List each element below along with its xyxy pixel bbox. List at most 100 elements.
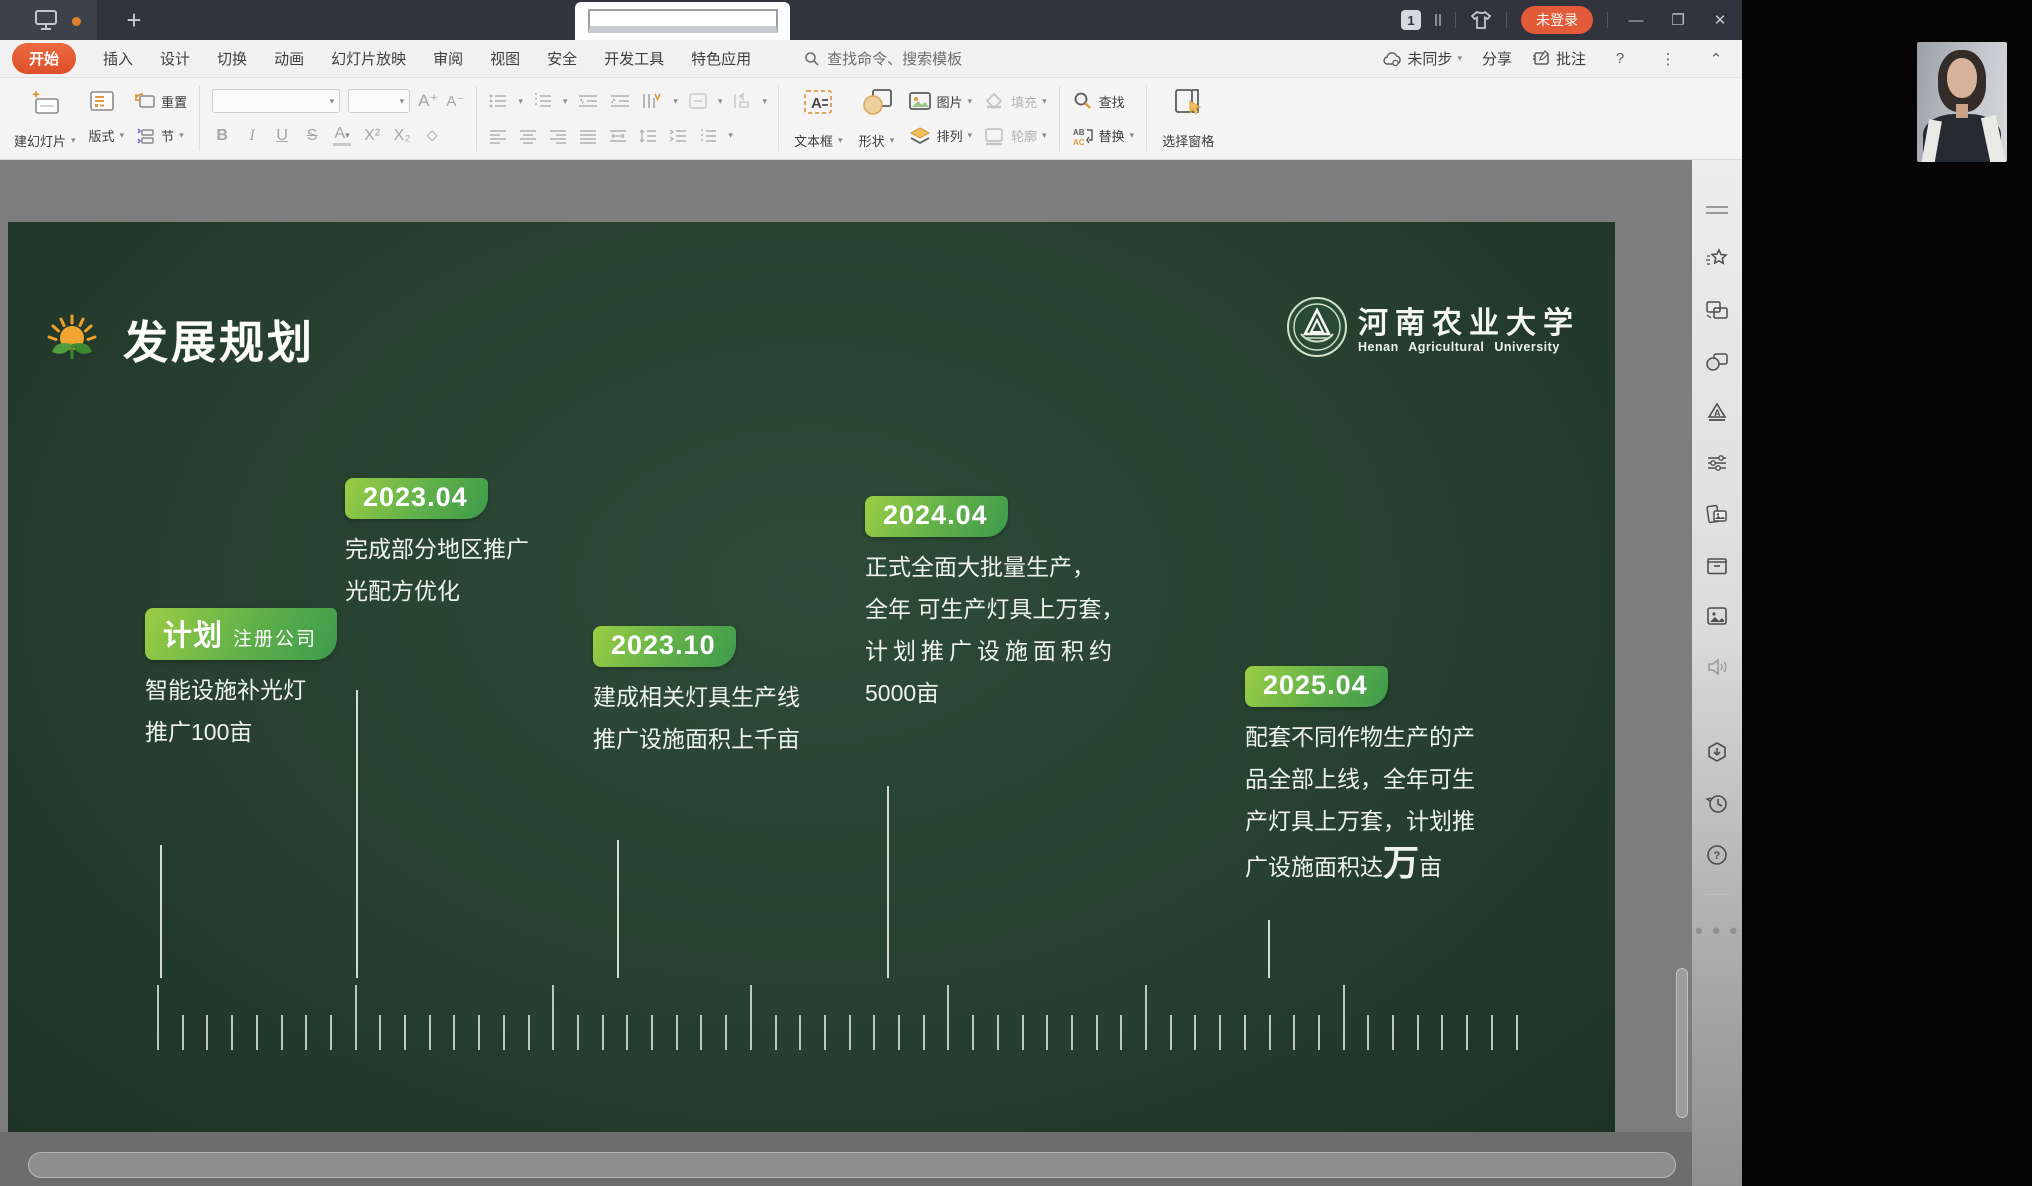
numbering-button[interactable]: [533, 92, 553, 110]
font-size-combo[interactable]: ▾: [348, 89, 410, 113]
bullets-button[interactable]: [488, 92, 508, 110]
justify-button[interactable]: [578, 128, 598, 144]
slide-title[interactable]: 发展规划: [123, 306, 315, 371]
find-button[interactable]: 查找: [1067, 89, 1140, 113]
line-spacing-button[interactable]: [638, 128, 658, 144]
wordart-icon[interactable]: A: [1704, 400, 1730, 424]
timeline-item-2025-04[interactable]: 2025.04 配套不同作物生产的产 品全部上线，全年可生 产灯具上万套，计划推…: [1245, 666, 1475, 888]
layout-icon: [89, 90, 115, 112]
section-button[interactable]: 节▾: [129, 124, 192, 147]
more-menu-button[interactable]: ⋮: [1654, 50, 1682, 68]
layout-icon-button[interactable]: [84, 88, 130, 114]
textbox-button[interactable]: A 文本框▾: [786, 83, 851, 154]
text-direction-button[interactable]: [641, 92, 663, 110]
timeline-item-plan[interactable]: 计划 注册公司 智能设施补光灯 推广100亩: [145, 608, 337, 753]
outline-button[interactable]: 轮廓▾: [977, 124, 1052, 148]
tab-review[interactable]: 审阅: [433, 48, 463, 69]
ribbon-menu: 开始 插入 设计 切换 动画 幻灯片放映 审阅 视图 安全 开发工具 特色应用 …: [0, 40, 1742, 78]
settings-sliders-icon[interactable]: [1704, 451, 1730, 475]
skin-tshirt-icon[interactable]: [1470, 10, 1492, 30]
numbered-list-button[interactable]: [698, 128, 718, 144]
vertical-scrollbar-thumb[interactable]: [1676, 968, 1688, 1118]
new-tab-button[interactable]: +: [117, 4, 151, 36]
close-button[interactable]: ✕: [1706, 11, 1734, 29]
font-color-button[interactable]: A▾: [333, 125, 351, 146]
history-clock-icon[interactable]: [1704, 792, 1730, 816]
increase-indent-button[interactable]: [609, 93, 631, 109]
distribute-button[interactable]: [608, 128, 628, 144]
italic-button[interactable]: I: [243, 127, 261, 145]
slide-canvas[interactable]: 发展规划 河南农业大学 Henan Agricultural Universit…: [8, 222, 1615, 1132]
shapes-panel-icon[interactable]: [1704, 349, 1730, 373]
indent-list-button[interactable]: [668, 128, 688, 144]
selection-pane-button[interactable]: 选择窗格: [1154, 83, 1222, 154]
comment-button[interactable]: 批注: [1532, 48, 1586, 69]
decrease-font-button[interactable]: A⁻: [446, 92, 464, 110]
tab-security[interactable]: 安全: [547, 48, 577, 69]
toolbox-icon[interactable]: [1704, 553, 1730, 577]
plugin-download-icon[interactable]: [1704, 741, 1730, 765]
font-name-combo[interactable]: ▾: [212, 89, 340, 113]
more-ellipsis-icon[interactable]: ● ● ●: [1694, 922, 1740, 939]
fill-button[interactable]: 填充▾: [977, 89, 1052, 113]
strikethrough-button[interactable]: S: [303, 127, 321, 145]
webcam-video[interactable]: [1917, 42, 2007, 162]
window-count-badge[interactable]: 1: [1401, 10, 1421, 30]
tab-transition[interactable]: 切换: [217, 48, 247, 69]
align-text-button[interactable]: [688, 92, 708, 110]
tab-insert[interactable]: 插入: [103, 48, 133, 69]
reset-button[interactable]: 重置: [129, 90, 192, 113]
tab-special-apps[interactable]: 特色应用: [691, 48, 751, 69]
tab-animation[interactable]: 动画: [274, 48, 304, 69]
timeline-item-2023-10[interactable]: 2023.10 建成相关灯具生产线 推广设施面积上千亩: [593, 626, 800, 760]
timeline-connector: [160, 845, 162, 978]
underline-button[interactable]: U: [273, 127, 291, 145]
new-slide-button[interactable]: 建幻灯片▾: [6, 83, 84, 154]
arrange-button[interactable]: 排列▾: [903, 124, 978, 148]
speaker-icon[interactable]: [1704, 655, 1730, 679]
help-button[interactable]: ?: [1606, 50, 1634, 67]
switch-slides-icon[interactable]: [1704, 298, 1730, 322]
sidebar-drag-handle[interactable]: [1706, 206, 1728, 214]
document-area: 发展规划 河南农业大学 Henan Agricultural Universit…: [0, 160, 1692, 1186]
login-button[interactable]: 未登录: [1521, 6, 1593, 34]
align-center-button[interactable]: [518, 128, 538, 144]
animation-star-icon[interactable]: [1704, 247, 1730, 271]
share-button[interactable]: 分享: [1482, 48, 1512, 69]
command-search[interactable]: 查找命令、搜索模板: [804, 48, 962, 69]
align-left-button[interactable]: [488, 128, 508, 144]
sync-status[interactable]: 未同步 ▾: [1382, 48, 1462, 69]
vertical-scrollbar[interactable]: [1674, 160, 1690, 1130]
bold-button[interactable]: B: [213, 127, 231, 145]
tab-view[interactable]: 视图: [490, 48, 520, 69]
presenter-monitor-icon[interactable]: [34, 9, 58, 31]
horizontal-scrollbar-thumb[interactable]: [28, 1152, 1676, 1178]
tab-home[interactable]: 开始: [12, 43, 76, 74]
timeline-item-2023-04[interactable]: 2023.04 完成部分地区推广 光配方优化: [345, 478, 529, 612]
layout-button[interactable]: 版式▾: [84, 124, 130, 147]
restore-button[interactable]: ❐: [1664, 11, 1692, 29]
tab-devtools[interactable]: 开发工具: [604, 48, 664, 69]
clear-format-button[interactable]: ⬦: [423, 127, 441, 145]
picture-button[interactable]: 图片▾: [903, 89, 978, 113]
titlebar: + 1 未登录 — ❐ ✕: [0, 0, 1742, 40]
convert-smartart-button[interactable]: [732, 92, 752, 110]
document-tab[interactable]: [575, 2, 790, 40]
help-circle-icon[interactable]: ?: [1704, 843, 1730, 867]
replace-button[interactable]: AB AC 替换▾: [1067, 124, 1140, 148]
picture-panel-icon[interactable]: [1704, 604, 1730, 628]
timeline-text: 完成部分地区推广 光配方优化: [345, 528, 529, 612]
smart-image-icon[interactable]: [1704, 502, 1730, 526]
decrease-indent-button[interactable]: [577, 93, 599, 109]
collapse-ribbon-button[interactable]: ⌃: [1702, 50, 1730, 68]
timeline-item-2024-04[interactable]: 2024.04 正式全面大批量生产， 全年 可生产灯具上万套， 计划推广设施面积…: [865, 496, 1124, 714]
minimize-button[interactable]: —: [1622, 12, 1650, 29]
superscript-button[interactable]: X²: [363, 127, 381, 145]
subscript-button[interactable]: X₂: [393, 127, 411, 145]
tab-design[interactable]: 设计: [160, 48, 190, 69]
tab-slideshow[interactable]: 幻灯片放映: [331, 48, 406, 69]
shapes-button[interactable]: 形状▾: [851, 83, 903, 154]
increase-font-button[interactable]: A⁺: [418, 91, 438, 111]
align-right-button[interactable]: [548, 128, 568, 144]
search-icon: [804, 51, 820, 67]
